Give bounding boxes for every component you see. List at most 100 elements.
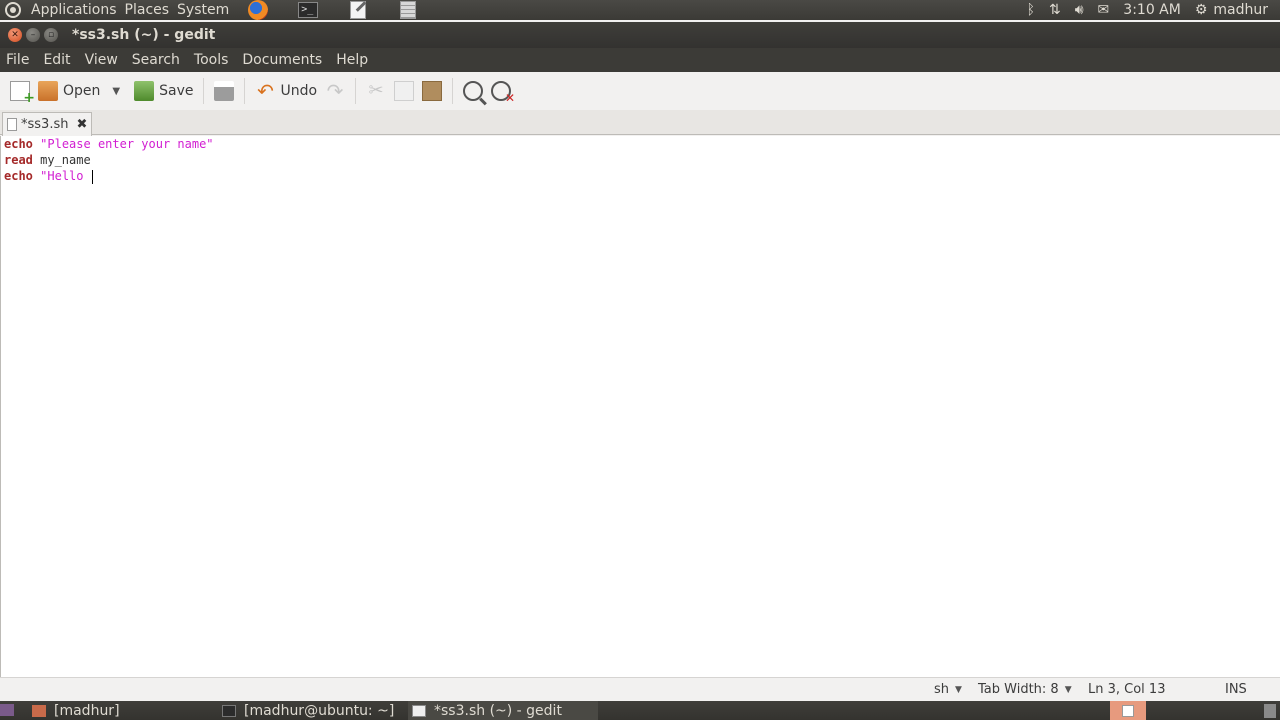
menu-edit[interactable]: Edit xyxy=(36,52,77,68)
chevron-down-icon: ▼ xyxy=(1064,684,1072,695)
text-editor-icon xyxy=(412,704,426,717)
network-icon[interactable]: ⇅ xyxy=(1049,2,1061,18)
window-titlebar[interactable]: ✕ – ▫ *ss3.sh (~) - gedit xyxy=(0,22,1280,48)
close-tab-icon[interactable]: ✖ xyxy=(76,117,87,132)
mail-icon[interactable]: ✉ xyxy=(1098,2,1110,18)
terminal-icon xyxy=(222,704,236,717)
chevron-down-icon: ▼ xyxy=(955,684,962,695)
bluetooth-icon[interactable]: ᛒ xyxy=(1027,2,1035,18)
toolbar-separator xyxy=(244,78,246,104)
chevron-down-icon: ▼ xyxy=(112,85,121,97)
firefox-icon xyxy=(248,0,269,20)
open-recent-dropdown[interactable]: ▼ xyxy=(104,76,124,106)
cursor-position: Ln 3, Col 13 xyxy=(1088,682,1166,697)
trash-icon[interactable] xyxy=(1264,704,1276,718)
user-name: madhur xyxy=(1213,2,1268,18)
taskbar-item-madhur[interactable]: [madhur] xyxy=(28,701,218,720)
applications-menu[interactable]: Applications xyxy=(27,0,121,20)
user-menu[interactable]: ⚙ madhur xyxy=(1195,2,1268,18)
toolbar-separator xyxy=(355,78,357,104)
taskbar-label: [madhur@ubuntu: ~] xyxy=(244,702,395,719)
menu-search[interactable]: Search xyxy=(125,52,187,68)
menubar: File Edit View Search Tools Documents He… xyxy=(0,48,1280,72)
copy-button[interactable] xyxy=(390,76,418,106)
workspace-switcher[interactable] xyxy=(1110,701,1146,720)
print-button[interactable] xyxy=(210,76,238,106)
keyword: echo xyxy=(4,137,33,151)
taskbar-item-gedit[interactable]: *ss3.sh (~) - gedit xyxy=(408,701,598,720)
statusbar: sh ▼ Tab Width: 8 ▼ Ln 3, Col 13 INS xyxy=(0,677,1280,701)
text-editor[interactable]: echo "Please enter your name" read my_na… xyxy=(0,136,1280,677)
maximize-window-button[interactable]: ▫ xyxy=(44,28,58,42)
power-icon: ⚙ xyxy=(1194,2,1208,18)
code-line: echo "Please enter your name" xyxy=(1,136,1280,152)
search-replace-icon xyxy=(491,81,515,105)
folder-icon xyxy=(38,81,58,101)
save-label: Save xyxy=(159,83,194,99)
string-literal: "Hello xyxy=(40,169,91,183)
clock[interactable]: 3:10 AM xyxy=(1123,2,1181,18)
folder-icon xyxy=(32,704,46,717)
places-menu[interactable]: Places xyxy=(121,0,174,20)
copy-icon xyxy=(394,81,415,101)
menu-documents[interactable]: Documents xyxy=(235,52,329,68)
undo-button[interactable]: ↶ Undo xyxy=(251,76,321,106)
printer-icon xyxy=(214,81,235,101)
redo-icon: ↷ xyxy=(326,79,344,103)
ubuntu-logo-icon[interactable] xyxy=(5,2,21,18)
tab-width-selector[interactable]: Tab Width: 8 ▼ xyxy=(978,682,1072,697)
minimize-window-button[interactable]: – xyxy=(26,28,40,42)
menu-view[interactable]: View xyxy=(78,52,125,68)
redo-button[interactable]: ↷ xyxy=(321,76,349,106)
text-editor-icon xyxy=(1122,704,1134,717)
find-replace-button[interactable] xyxy=(487,76,515,106)
find-button[interactable] xyxy=(459,76,487,106)
document-icon xyxy=(7,118,17,131)
new-document-button[interactable] xyxy=(6,76,35,106)
close-window-button[interactable]: ✕ xyxy=(8,28,22,42)
document-tabbar: *ss3.sh ✖ xyxy=(0,110,1280,136)
toolbar-separator xyxy=(203,78,205,104)
volume-icon[interactable]: 🔊︎ xyxy=(1075,2,1084,18)
text-editor-icon xyxy=(350,1,367,19)
cut-button[interactable]: ✂ xyxy=(362,76,390,106)
toolbar: Open ▼ Save ↶ Undo ↷ ✂ xyxy=(0,72,1280,110)
undo-label: Undo xyxy=(280,83,318,99)
language-selector[interactable]: sh ▼ xyxy=(934,682,962,697)
bottom-panel: [madhur] [madhur@ubuntu: ~] *ss3.sh (~) … xyxy=(0,701,1280,720)
menu-help[interactable]: Help xyxy=(329,52,375,68)
code-text: my_name xyxy=(32,153,91,167)
code-line: read my_name xyxy=(1,152,1280,168)
taskbar-item-terminal[interactable]: [madhur@ubuntu: ~] xyxy=(218,701,408,720)
new-document-icon xyxy=(10,81,35,106)
terminal-launcher[interactable]: >_ xyxy=(297,1,319,19)
calculator-icon xyxy=(400,1,417,19)
taskbar-label: *ss3.sh (~) - gedit xyxy=(434,702,562,719)
keyword: read xyxy=(4,153,33,167)
paste-button[interactable] xyxy=(418,76,446,106)
window-title: *ss3.sh (~) - gedit xyxy=(72,27,216,43)
code-line: echo "Hello xyxy=(1,168,1280,184)
tab-label: *ss3.sh xyxy=(21,117,69,132)
menu-file[interactable]: File xyxy=(0,52,36,68)
save-icon xyxy=(134,81,155,101)
show-desktop-icon[interactable] xyxy=(0,704,14,716)
menu-tools[interactable]: Tools xyxy=(187,52,236,68)
text-editor-launcher[interactable] xyxy=(347,1,369,19)
calculator-launcher[interactable] xyxy=(397,1,419,19)
scissors-icon: ✂ xyxy=(368,80,384,101)
firefox-launcher[interactable] xyxy=(247,0,269,20)
undo-icon: ↶ xyxy=(257,79,274,103)
taskbar-label: [madhur] xyxy=(54,702,120,719)
tab-ss3-sh[interactable]: *ss3.sh ✖ xyxy=(2,112,92,136)
open-label: Open xyxy=(63,83,101,99)
toolbar-separator xyxy=(452,78,454,104)
save-button[interactable]: Save xyxy=(130,76,197,106)
language-label: sh xyxy=(934,682,950,697)
keyword: echo xyxy=(4,169,33,183)
insert-mode: INS xyxy=(1225,682,1247,697)
system-menu[interactable]: System xyxy=(173,0,233,20)
open-button[interactable]: Open xyxy=(34,76,104,106)
terminal-icon: >_ xyxy=(298,2,319,18)
tab-width-label: Tab Width: 8 xyxy=(978,682,1059,697)
